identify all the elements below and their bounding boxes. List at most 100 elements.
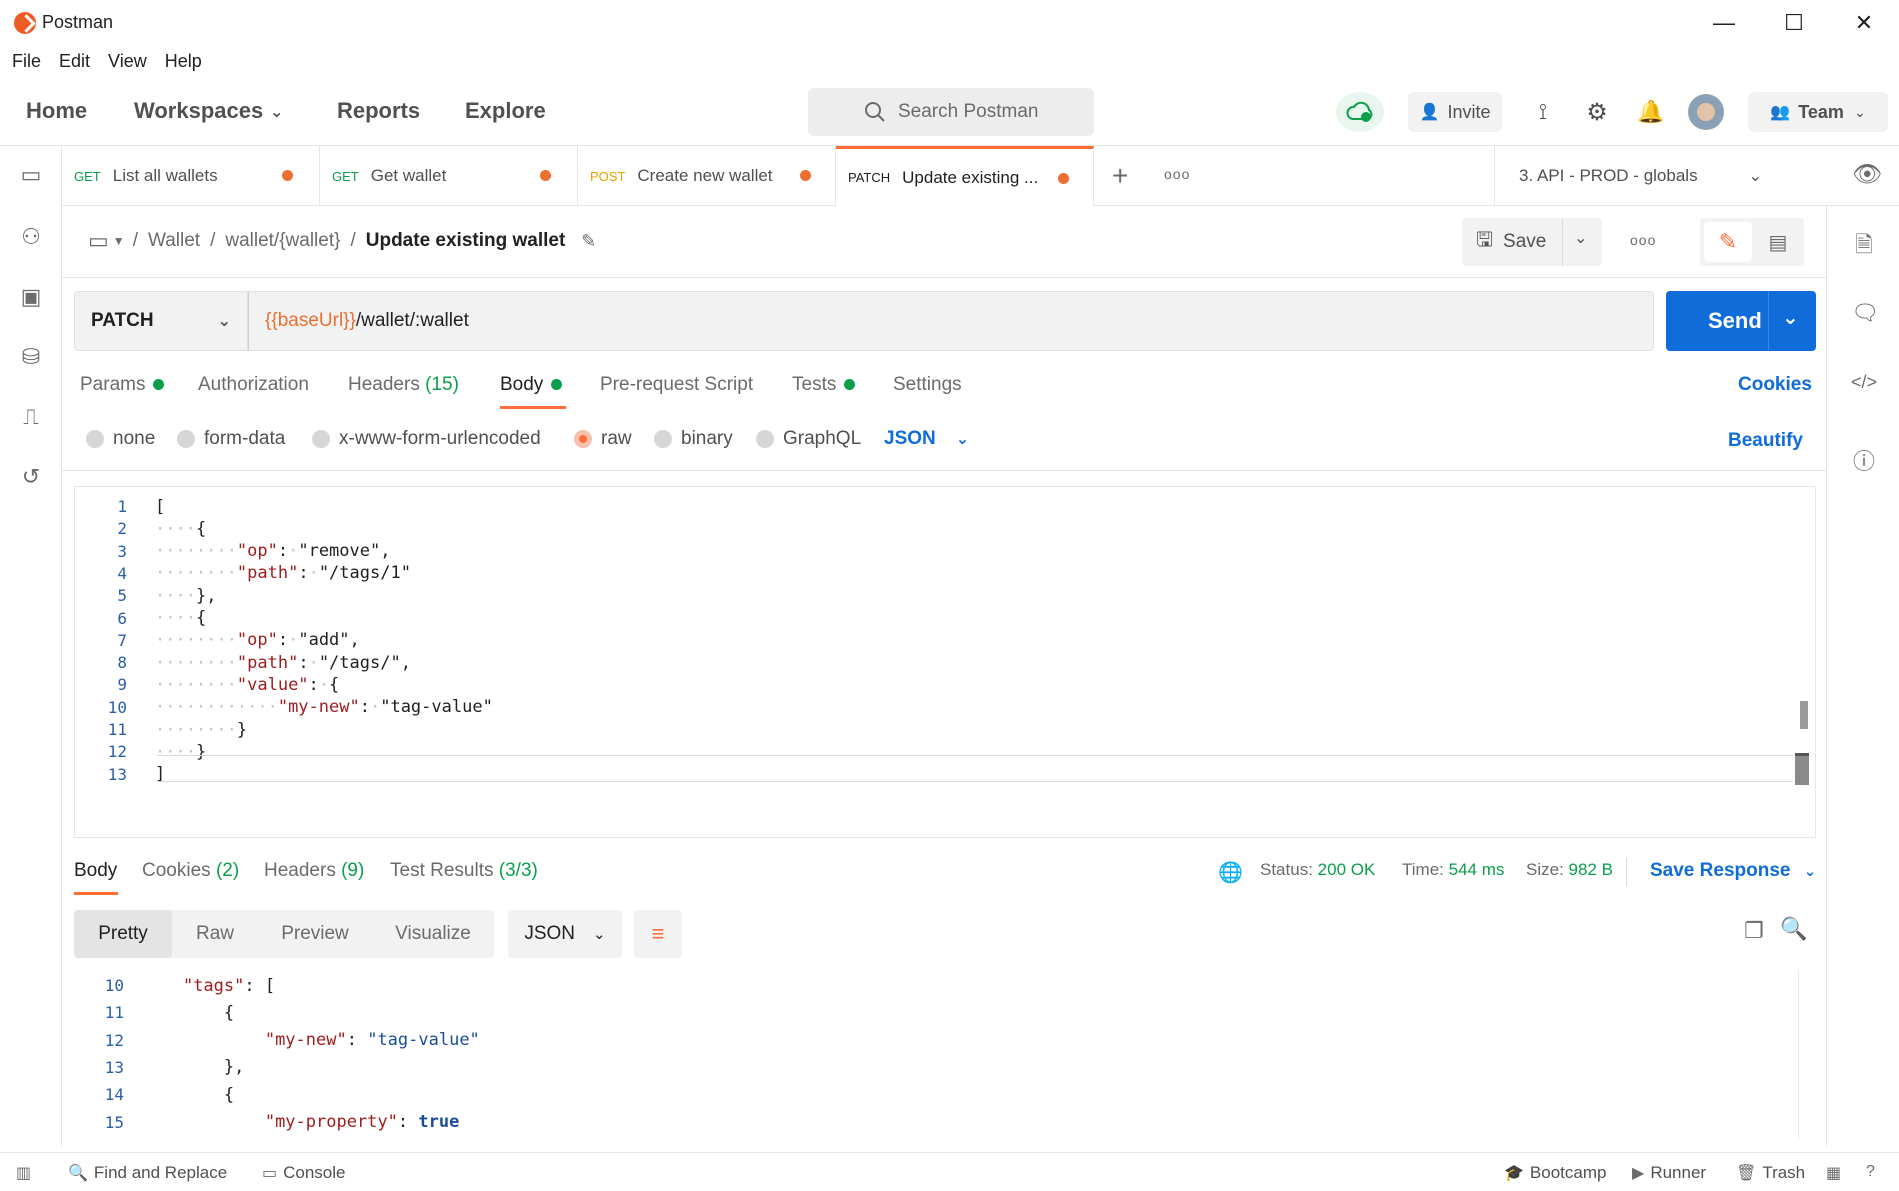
- view-visualize[interactable]: Visualize: [372, 910, 494, 958]
- request-body-editor[interactable]: 1 [2 ····{3 ········"op":·"remove", 4 ·······…: [74, 486, 1816, 838]
- documentation-icon[interactable]: 🗎: [1851, 228, 1877, 257]
- tab-body[interactable]: Body: [500, 374, 563, 396]
- response-tab-cookies[interactable]: Cookies (2): [142, 860, 239, 882]
- response-tab-headers[interactable]: Headers (9): [264, 860, 364, 882]
- help-icon[interactable]: ?: [1866, 1163, 1881, 1181]
- breadcrumb-separator: /: [350, 230, 356, 251]
- beautify-button[interactable]: Beautify: [1728, 430, 1803, 452]
- body-format-select[interactable]: JSON ⌄: [884, 428, 969, 450]
- search-icon[interactable]: 🔍: [1780, 916, 1807, 942]
- view-pretty[interactable]: Pretty: [74, 910, 172, 958]
- apis-icon[interactable]: ⚇: [18, 224, 44, 250]
- tab-tests[interactable]: Tests: [792, 374, 856, 396]
- edit-pencil-icon[interactable]: ✎: [1704, 222, 1752, 262]
- tab-method: GET: [332, 168, 359, 184]
- nav-reports[interactable]: Reports: [337, 98, 420, 124]
- mock-servers-icon[interactable]: ⛁: [18, 344, 44, 370]
- tab-update-existing-wallet[interactable]: PATCH Update existing ...: [836, 146, 1094, 206]
- menu-help[interactable]: Help: [165, 51, 202, 72]
- chevron-down-icon[interactable]: ⌄: [270, 102, 283, 122]
- save-button[interactable]: 🖫 Save ⌄: [1462, 218, 1602, 266]
- pencil-icon[interactable]: ✎: [581, 231, 596, 252]
- globe-icon[interactable]: 🌐: [1218, 860, 1243, 885]
- nav-workspaces[interactable]: Workspaces: [134, 98, 263, 124]
- code-text: "tags": [: [182, 975, 276, 996]
- tab-create-new-wallet[interactable]: POST Create new wallet: [578, 146, 836, 206]
- gear-icon[interactable]: ⚙: [1582, 92, 1612, 132]
- radio-raw[interactable]: raw: [574, 428, 632, 450]
- send-button[interactable]: Send ⌄: [1666, 291, 1816, 351]
- find-and-replace-button[interactable]: 🔍 Find and Replace: [68, 1163, 227, 1183]
- eye-icon[interactable]: 👁: [1852, 160, 1882, 189]
- code-line: 13]: [75, 761, 166, 788]
- url-input[interactable]: {{baseUrl}}/wallet/:wallet: [248, 291, 1654, 351]
- collections-icon[interactable]: ▭: [18, 162, 44, 188]
- info-icon[interactable]: ⓘ: [1851, 444, 1877, 474]
- search-input[interactable]: Search Postman: [808, 88, 1094, 136]
- code-text: ········"value":·{: [155, 674, 340, 695]
- tab-params[interactable]: Params: [80, 374, 165, 396]
- editor-scrollbar[interactable]: [1800, 701, 1808, 729]
- chevron-down-icon[interactable]: ⌄: [1782, 305, 1799, 330]
- view-raw[interactable]: Raw: [172, 910, 258, 958]
- bootcamp-button[interactable]: 🎓 Bootcamp: [1504, 1163, 1606, 1183]
- view-preview[interactable]: Preview: [258, 910, 372, 958]
- tab-get-wallet[interactable]: GET Get wallet: [320, 146, 578, 206]
- response-scrollbar[interactable]: [1798, 970, 1810, 1140]
- collection-icon[interactable]: ▭: [88, 228, 109, 254]
- radio-form-data[interactable]: form-data: [177, 428, 285, 450]
- copy-icon[interactable]: ❐: [1744, 918, 1764, 944]
- response-tab-test-results[interactable]: Test Results (3/3): [390, 860, 538, 882]
- tab-headers[interactable]: Headers (15): [348, 374, 459, 396]
- tab-authorization[interactable]: Authorization: [198, 374, 309, 396]
- radio-urlencoded[interactable]: x-www-form-urlencoded: [312, 428, 541, 450]
- history-icon[interactable]: ↺: [18, 464, 44, 490]
- response-format-select[interactable]: JSON ⌄: [508, 910, 622, 958]
- nav-home[interactable]: Home: [26, 98, 87, 124]
- comments-icon[interactable]: 🗨: [1851, 300, 1879, 326]
- response-body[interactable]: 10 "tags": [11 {12 "my-new": "tag-value"…: [62, 970, 1826, 1140]
- environments-icon[interactable]: ▣: [18, 284, 44, 310]
- radio-graphql[interactable]: GraphQL: [756, 428, 861, 450]
- menu-edit[interactable]: Edit: [59, 51, 90, 72]
- bell-icon[interactable]: 🔔: [1636, 92, 1666, 132]
- runner-button[interactable]: ▶ Runner: [1632, 1163, 1706, 1183]
- menu-view[interactable]: View: [108, 51, 147, 72]
- two-pane-view-icon[interactable]: ▦: [1826, 1163, 1847, 1183]
- maximize-button[interactable]: ☐: [1764, 6, 1824, 40]
- new-tab-icon[interactable]: +: [1112, 160, 1128, 192]
- environment-selector[interactable]: 3. API - PROD - globals ⌄: [1494, 146, 1768, 206]
- monitors-icon[interactable]: ⎍: [18, 404, 44, 430]
- chevron-down-icon[interactable]: ▼: [113, 234, 125, 248]
- more-tabs-icon[interactable]: ooo: [1164, 166, 1190, 182]
- wrap-lines-icon[interactable]: ≡: [634, 910, 682, 958]
- comment-icon[interactable]: ▤: [1756, 222, 1800, 262]
- breadcrumb-wallet-path[interactable]: wallet/{wallet}: [225, 230, 340, 252]
- satellite-icon[interactable]: ⟟: [1528, 92, 1558, 132]
- tab-pre-request-script[interactable]: Pre-request Script: [600, 374, 753, 396]
- toggle-sidebar-icon[interactable]: ▥: [16, 1163, 37, 1183]
- trash-button[interactable]: 🗑 Trash: [1736, 1163, 1805, 1183]
- breadcrumb-wallet[interactable]: Wallet: [148, 230, 200, 252]
- cookies-link[interactable]: Cookies: [1738, 374, 1812, 396]
- tab-settings[interactable]: Settings: [893, 374, 962, 396]
- invite-button[interactable]: 👤 Invite: [1408, 92, 1502, 132]
- console-button[interactable]: ▭ Console: [262, 1163, 346, 1183]
- editor-scroll-thumb[interactable]: [1795, 753, 1809, 785]
- team-button[interactable]: 👥 Team ⌄: [1748, 92, 1888, 132]
- more-actions-icon[interactable]: ooo: [1630, 232, 1656, 248]
- sync-status-icon[interactable]: [1336, 92, 1384, 132]
- minimize-button[interactable]: —: [1694, 6, 1754, 40]
- menu-file[interactable]: File: [12, 51, 41, 72]
- close-button[interactable]: ✕: [1834, 6, 1894, 40]
- save-response-button[interactable]: Save Response ⌄: [1650, 860, 1816, 882]
- nav-explore[interactable]: Explore: [465, 98, 546, 124]
- radio-binary[interactable]: binary: [654, 428, 733, 450]
- avatar[interactable]: [1688, 94, 1724, 130]
- tab-list-all-wallets[interactable]: GET List all wallets: [62, 146, 320, 206]
- radio-none[interactable]: none: [86, 428, 155, 450]
- response-tab-body[interactable]: Body: [74, 860, 117, 882]
- code-icon[interactable]: </>: [1851, 372, 1877, 398]
- response-code-line: 11 {: [62, 999, 234, 1026]
- method-select[interactable]: PATCH ⌄: [74, 291, 248, 351]
